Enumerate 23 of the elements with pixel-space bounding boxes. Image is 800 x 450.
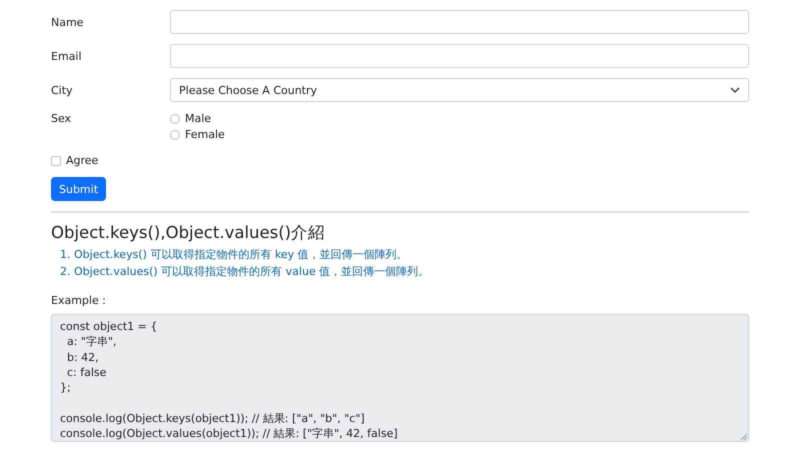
field-label: Name [51,16,84,28]
section-heading: Object.keys(),Object.values()介紹 [51,222,326,244]
list-item-text: Object.keys() 可以取得指定物件的所有 key 值，並回傳一個陣列。 [74,248,408,261]
name-field[interactable] [170,10,749,34]
field-label: Sex [51,112,72,125]
checkbox-label: Agree [66,154,98,167]
example-label: Example： [51,293,111,308]
radio-button[interactable] [170,114,180,124]
radio-label: Male [185,112,212,125]
list-number: 1. [60,248,70,261]
radio-button[interactable] [170,130,180,140]
chevron-down-icon [730,87,740,93]
radio-label: Female [185,128,225,141]
resize-grip-icon [741,434,747,440]
agree-checkbox[interactable] [51,156,61,166]
list-item-text: Object.values() 可以取得指定物件的所有 value 值，並回傳一個陣列。 [74,265,430,278]
country-select[interactable]: Please Choose A Country [170,78,749,102]
field-label: Email [51,50,83,62]
field-label: City [51,84,74,96]
list-number: 2. [60,265,70,278]
submit-button[interactable]: Submit [51,177,106,201]
code-textarea[interactable]: const object1 = { a: "字串", b: 42, c: false }; console.log(Object.keys(object1)); // 結果: ["a", "b", "c"] console.log(Object.values(object1)); // 結果: ["字串", 42, false] [51,314,749,442]
email-field[interactable] [170,44,749,68]
